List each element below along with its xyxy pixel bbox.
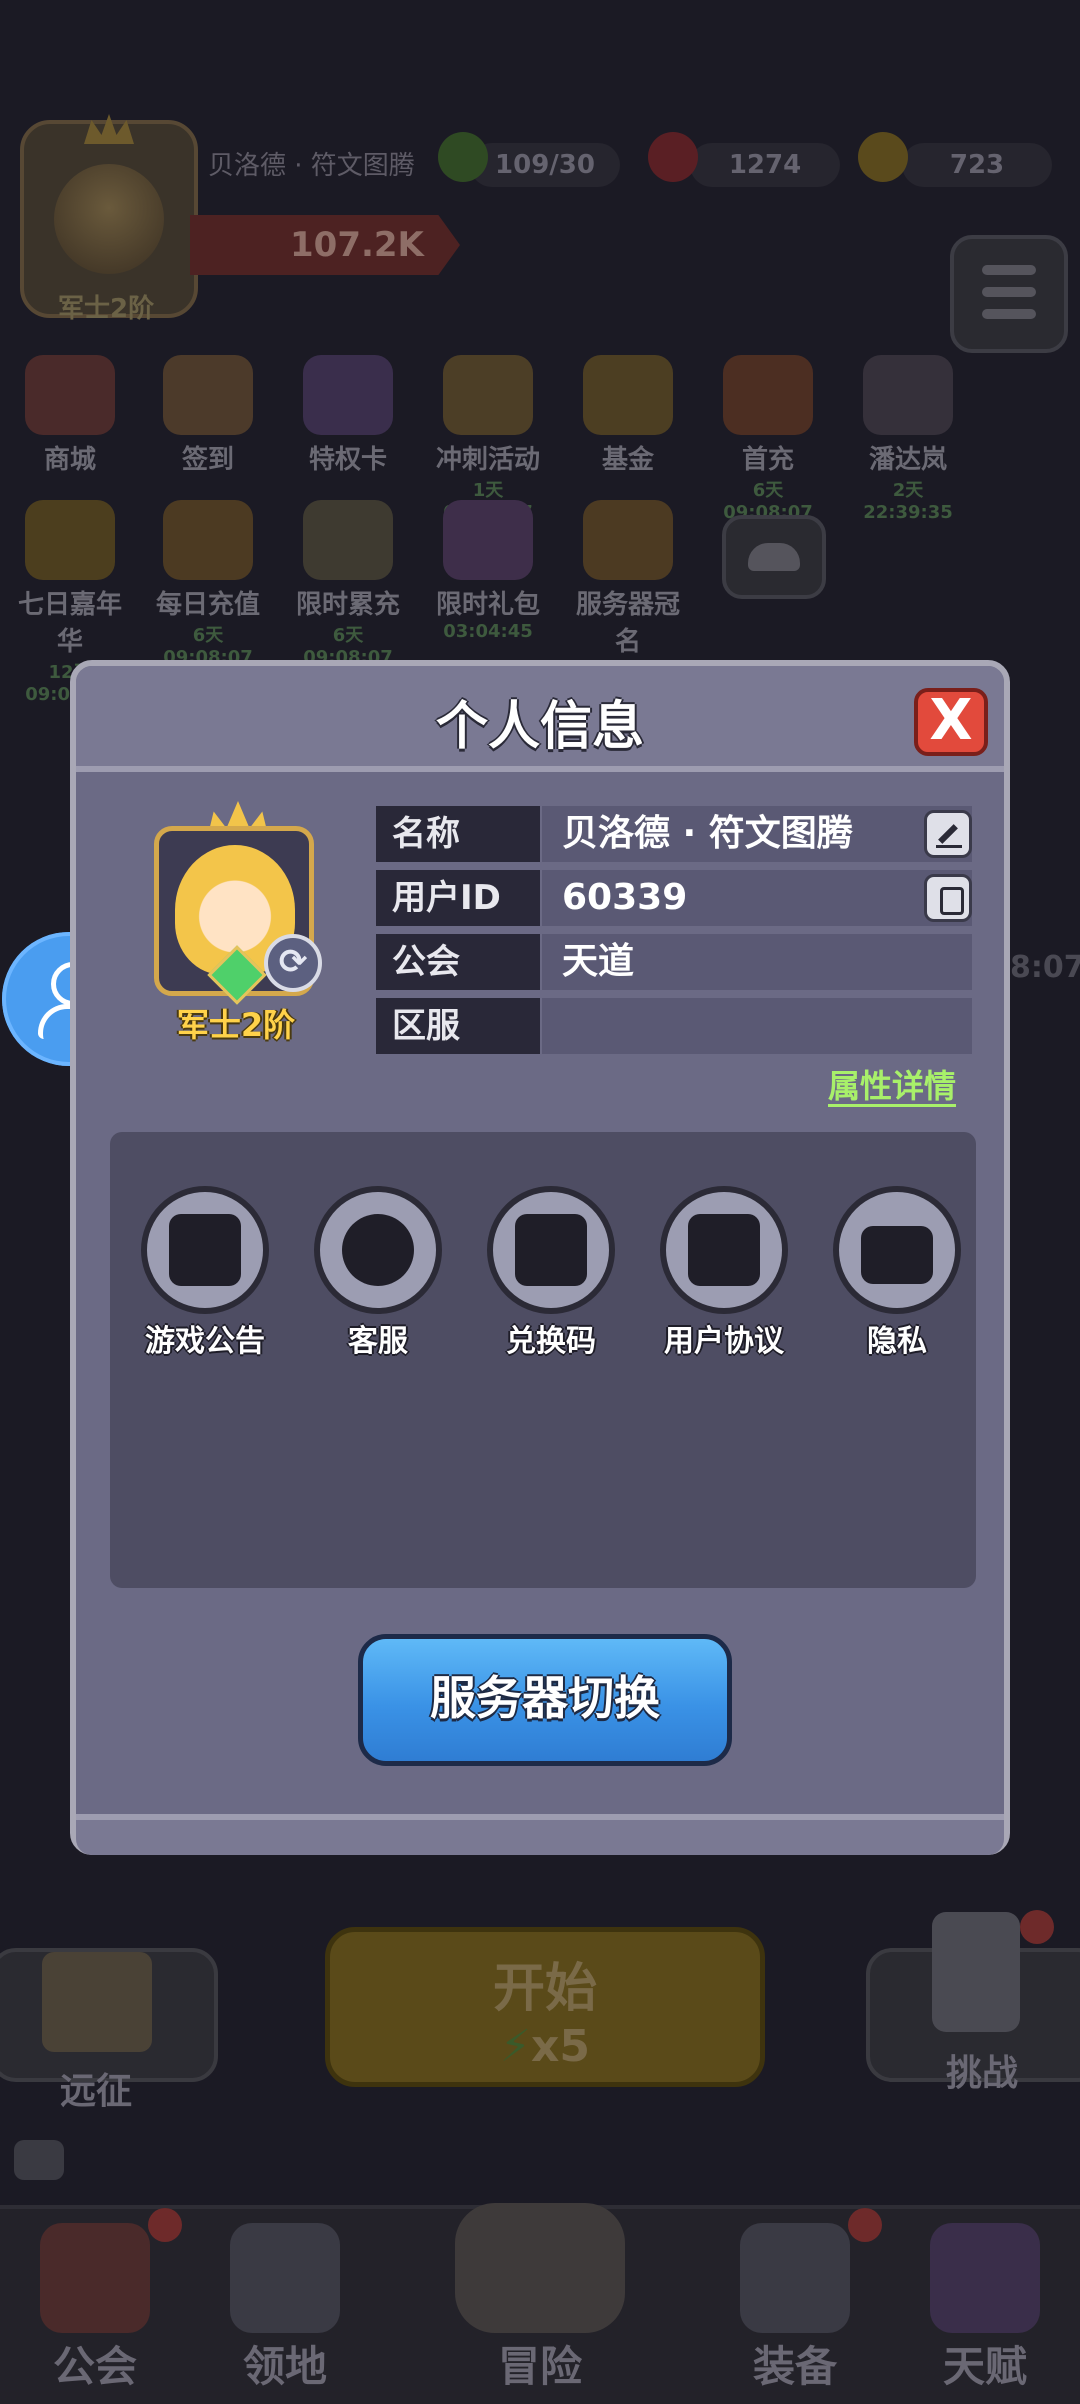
spellbook-icon: [930, 2223, 1040, 2333]
avatar-face: [54, 164, 164, 274]
chat-icon[interactable]: [14, 2140, 64, 2180]
side-timer: 8:07: [1010, 950, 1080, 985]
fund-icon: [583, 355, 673, 435]
profile-dialog: 个人信息 X ⟳ 军士2阶 名称 贝洛德 · 符文图腾 用户ID 60339 公…: [70, 660, 1010, 1855]
edit-name-button[interactable]: [924, 810, 972, 858]
coin-counter[interactable]: 723: [902, 143, 1052, 187]
player-rank: 军士2阶: [58, 294, 155, 324]
feature-daily-recharge[interactable]: 每日充值 6天09:08:07: [148, 500, 268, 668]
expedition-label: 远征: [60, 2071, 133, 2112]
feature-server-naming[interactable]: 服务器冠名: [568, 500, 688, 658]
treasure-chest-icon: [723, 355, 813, 435]
feature-privilege-card[interactable]: 特权卡: [288, 355, 408, 476]
info-row-guild: 公会 天道: [376, 934, 972, 990]
coins-icon: [163, 500, 253, 580]
start-button[interactable]: 开始 ⚡x5: [325, 1927, 765, 2087]
gift-icon: [515, 1214, 587, 1286]
calendar-icon: [163, 355, 253, 435]
gift-box-icon: [443, 500, 533, 580]
change-avatar-button[interactable]: ⟳: [264, 934, 322, 992]
notification-dot: [148, 2208, 182, 2242]
star-seven-icon: [25, 500, 115, 580]
shop-icon: [25, 355, 115, 435]
feature-shop[interactable]: 商城: [10, 355, 130, 476]
copy-id-button[interactable]: [924, 874, 972, 922]
crossed-axes-icon: [455, 2203, 625, 2333]
player-name: 贝洛德 · 符文图腾: [208, 151, 415, 181]
notification-dot: [848, 2208, 882, 2242]
coin-icon: [858, 132, 908, 182]
nav-talent[interactable]: 天赋: [890, 2205, 1080, 2400]
nav-adventure[interactable]: 冒险: [380, 2203, 700, 2400]
info-row-server: 区服: [376, 998, 972, 1054]
menu-button[interactable]: [950, 235, 1068, 353]
trophy-icon: [443, 355, 533, 435]
crown-icon: [583, 500, 673, 580]
customer-service-button[interactable]: 客服: [303, 1186, 453, 1360]
crown-icon: [84, 114, 134, 144]
privacy-button[interactable]: 隐私: [822, 1186, 972, 1360]
gem-icon: [648, 132, 698, 182]
feature-fund[interactable]: 基金: [568, 355, 688, 476]
energy-counter[interactable]: 109/30: [470, 143, 620, 187]
notice-board-icon: [169, 1214, 241, 1286]
refresh-icon: ⟳: [278, 942, 308, 982]
dialog-footer: [76, 1814, 1004, 1855]
pencil-icon: [938, 824, 958, 844]
feature-limited-gift[interactable]: 限时礼包 03:04:45: [428, 500, 548, 642]
shortcut-panel: 游戏公告 客服 兑换码 用户协议 隐私: [110, 1132, 976, 1588]
game-announcement-button[interactable]: 游戏公告: [130, 1186, 280, 1360]
feature-pandaren[interactable]: 潘达岚 2天22:39:35: [848, 355, 968, 523]
nav-territory[interactable]: 领地: [190, 2205, 380, 2400]
feature-sprint-event[interactable]: 冲刺活动 1天09:08:07: [428, 355, 548, 523]
lock-icon: [861, 1226, 933, 1284]
panda-icon: [863, 355, 953, 435]
power-display: 107.2K: [190, 215, 460, 275]
info-row-user-id: 用户ID 60339: [376, 870, 972, 926]
feature-first-recharge[interactable]: 首充 6天09:08:07: [708, 355, 828, 523]
helmet-icon: [740, 2223, 850, 2333]
notification-dot: [1020, 1910, 1054, 1944]
sword-icon: [932, 1912, 1020, 2032]
castle-icon: [230, 2223, 340, 2333]
map-scroll-icon: [42, 1952, 152, 2052]
close-button[interactable]: X: [914, 688, 988, 756]
energy-icon: [438, 132, 488, 182]
rank-label: 军士2阶: [176, 1006, 296, 1044]
copy-icon: [940, 887, 964, 915]
guild-banner-icon: [40, 2223, 150, 2333]
info-row-name: 名称 贝洛德 · 符文图腾: [376, 806, 972, 862]
dialog-header: 个人信息 X: [76, 666, 1004, 772]
collapse-cloud-button[interactable]: [722, 515, 826, 599]
energy-icon: ⚡: [500, 2021, 531, 2072]
headset-icon: [342, 1214, 414, 1286]
feature-checkin[interactable]: 签到: [148, 355, 268, 476]
redeem-code-button[interactable]: 兑换码: [476, 1186, 626, 1360]
user-agreement-button[interactable]: 用户协议: [649, 1186, 799, 1360]
agreement-icon: [688, 1214, 760, 1286]
dialog-title: 个人信息: [435, 697, 644, 757]
feature-limited-cumulative[interactable]: 限时累充 6天09:08:07: [288, 500, 408, 668]
bank-icon: [303, 500, 393, 580]
server-switch-button[interactable]: 服务器切换: [358, 1634, 732, 1766]
gem-counter[interactable]: 1274: [690, 143, 840, 187]
challenge-button[interactable]: 挑战: [866, 1912, 1080, 2094]
vip-card-icon: [303, 355, 393, 435]
attribute-details-link[interactable]: 属性详情: [828, 1068, 957, 1107]
